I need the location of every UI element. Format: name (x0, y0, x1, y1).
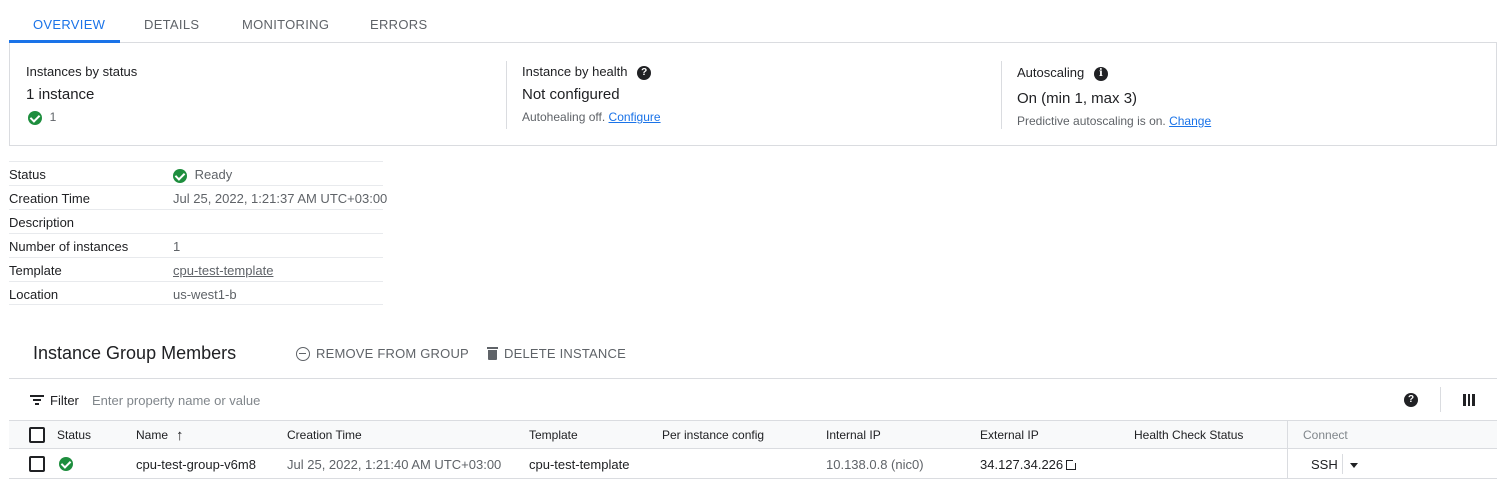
instance-internal-ip: 10.138.0.8 (nic0) (826, 457, 924, 472)
detail-row-creation: Creation Time Jul 25, 2022, 1:21:37 AM U… (9, 185, 387, 209)
filter-input[interactable] (92, 390, 492, 410)
column-health-check[interactable]: Health Check Status (1134, 428, 1243, 442)
column-name[interactable]: Name ↑ (136, 427, 184, 444)
members-table-header: Status Name ↑ Creation Time Template Per … (9, 421, 1497, 449)
instance-creation-time: Jul 25, 2022, 1:21:40 AM UTC+03:00 (287, 457, 502, 472)
caret-down-icon[interactable] (1350, 463, 1358, 468)
tab-monitoring[interactable]: MONITORING (242, 17, 329, 32)
check-circle-icon (28, 110, 42, 125)
check-circle-icon (59, 457, 73, 471)
ready-count: 1 (28, 109, 56, 125)
detail-row-description: Description (9, 209, 383, 233)
tab-overview[interactable]: OVERVIEW (33, 17, 105, 32)
delete-instance-button[interactable]: DELETE INSTANCE (487, 346, 626, 361)
column-connect: Connect (1303, 428, 1348, 442)
details-table: Status Ready Creation Time Jul 25, 2022,… (9, 161, 387, 305)
status-card-title: Instances by status (26, 64, 138, 79)
column-external-ip[interactable]: External IP (980, 428, 1039, 442)
health-card: Instance by health ? Not configured Auto… (507, 43, 1001, 146)
status-card-value: 1 instance (26, 86, 95, 103)
column-internal-ip[interactable]: Internal IP (826, 428, 881, 442)
check-circle-icon (173, 168, 187, 183)
detail-value: Jul 25, 2022, 1:21:37 AM UTC+03:00 (173, 191, 388, 206)
detail-label: Location (9, 287, 59, 302)
help-icon[interactable]: ? (1404, 393, 1418, 407)
sort-up-icon: ↑ (176, 427, 184, 444)
status-card: Instances by status 1 instance 1 (10, 43, 506, 146)
instance-template[interactable]: cpu-test-template (529, 457, 629, 472)
column-creation-time[interactable]: Creation Time (287, 428, 362, 442)
detail-label: Creation Time (9, 191, 90, 206)
template-link[interactable]: cpu-test-template (173, 263, 273, 278)
status-value: Ready (194, 167, 233, 182)
autoscaling-card-title: Autoscaling i (1017, 65, 1108, 81)
detail-row-instances: Number of instances 1 (9, 233, 383, 257)
column-per-instance-config[interactable]: Per instance config (662, 428, 764, 442)
detail-label: Number of instances (9, 239, 129, 254)
detail-value: Ready (173, 167, 232, 183)
predictive-text: Predictive autoscaling is on. (1017, 114, 1166, 128)
column-name-label: Name (136, 428, 169, 442)
detail-row-location: Location us-west1-b (9, 281, 383, 305)
ssh-button[interactable]: SSH (1311, 457, 1338, 472)
detail-label: Status (9, 167, 46, 182)
filter-icon (30, 395, 44, 405)
instance-name[interactable]: cpu-test-group-v6m8 (136, 457, 256, 472)
change-link[interactable]: Change (1169, 114, 1211, 128)
external-link-icon (1066, 458, 1079, 470)
health-card-title: Instance by health ? (522, 64, 652, 80)
autoscaling-card-value: On (min 1, max 3) (1017, 90, 1138, 107)
toolbar-divider (1440, 387, 1441, 412)
instance-external-ip[interactable]: 34.127.34.226 (980, 457, 1079, 472)
health-card-value: Not configured (522, 86, 620, 103)
minus-circle-icon (296, 346, 310, 361)
filter-label: Filter (50, 393, 79, 408)
remove-label: REMOVE FROM GROUP (316, 346, 469, 361)
column-template[interactable]: Template (529, 428, 578, 442)
detail-value: 1 (173, 239, 181, 254)
delete-label: DELETE INSTANCE (504, 346, 626, 361)
detail-label: Description (9, 215, 75, 230)
detail-row-status: Status Ready (9, 161, 383, 185)
detail-row-template: Template cpu-test-template (9, 257, 383, 281)
configure-link[interactable]: Configure (609, 110, 661, 124)
members-title: Instance Group Members (33, 343, 237, 363)
health-card-title-text: Instance by health (522, 64, 628, 79)
filter-bar: Filter ? (9, 378, 1497, 421)
tab-bar: OVERVIEW DETAILS MONITORING ERRORS (9, 0, 1497, 43)
info-icon[interactable]: i (1093, 66, 1108, 81)
help-icon[interactable]: ? (637, 65, 652, 80)
autoscaling-card-sub: Predictive autoscaling is on. Change (1017, 114, 1211, 128)
autoscaling-card: Autoscaling i On (min 1, max 3) Predicti… (1002, 43, 1496, 146)
health-card-sub: Autohealing off. Configure (522, 110, 661, 124)
remove-from-group-button[interactable]: REMOVE FROM GROUP (296, 346, 469, 361)
detail-label: Template (9, 263, 62, 278)
columns-icon[interactable] (1463, 394, 1475, 406)
tab-details[interactable]: DETAILS (144, 17, 199, 32)
select-all-checkbox[interactable] (29, 427, 45, 443)
tab-errors[interactable]: ERRORS (370, 17, 427, 32)
detail-value: us-west1-b (173, 287, 237, 302)
column-divider (1287, 421, 1288, 448)
autoscaling-title-text: Autoscaling (1017, 65, 1085, 80)
row-checkbox[interactable] (29, 456, 45, 472)
ready-count-value: 1 (49, 110, 57, 124)
column-status[interactable]: Status (57, 428, 91, 442)
ssh-divider (1342, 454, 1343, 474)
table-row: cpu-test-group-v6m8 Jul 25, 2022, 1:21:4… (9, 449, 1497, 479)
external-ip-value: 34.127.34.226 (980, 457, 1064, 472)
trash-icon (487, 347, 498, 360)
autohealing-text: Autohealing off. (522, 110, 606, 124)
column-divider (1287, 449, 1288, 478)
summary-panel: Instances by status 1 instance 1 Instanc… (9, 43, 1497, 146)
